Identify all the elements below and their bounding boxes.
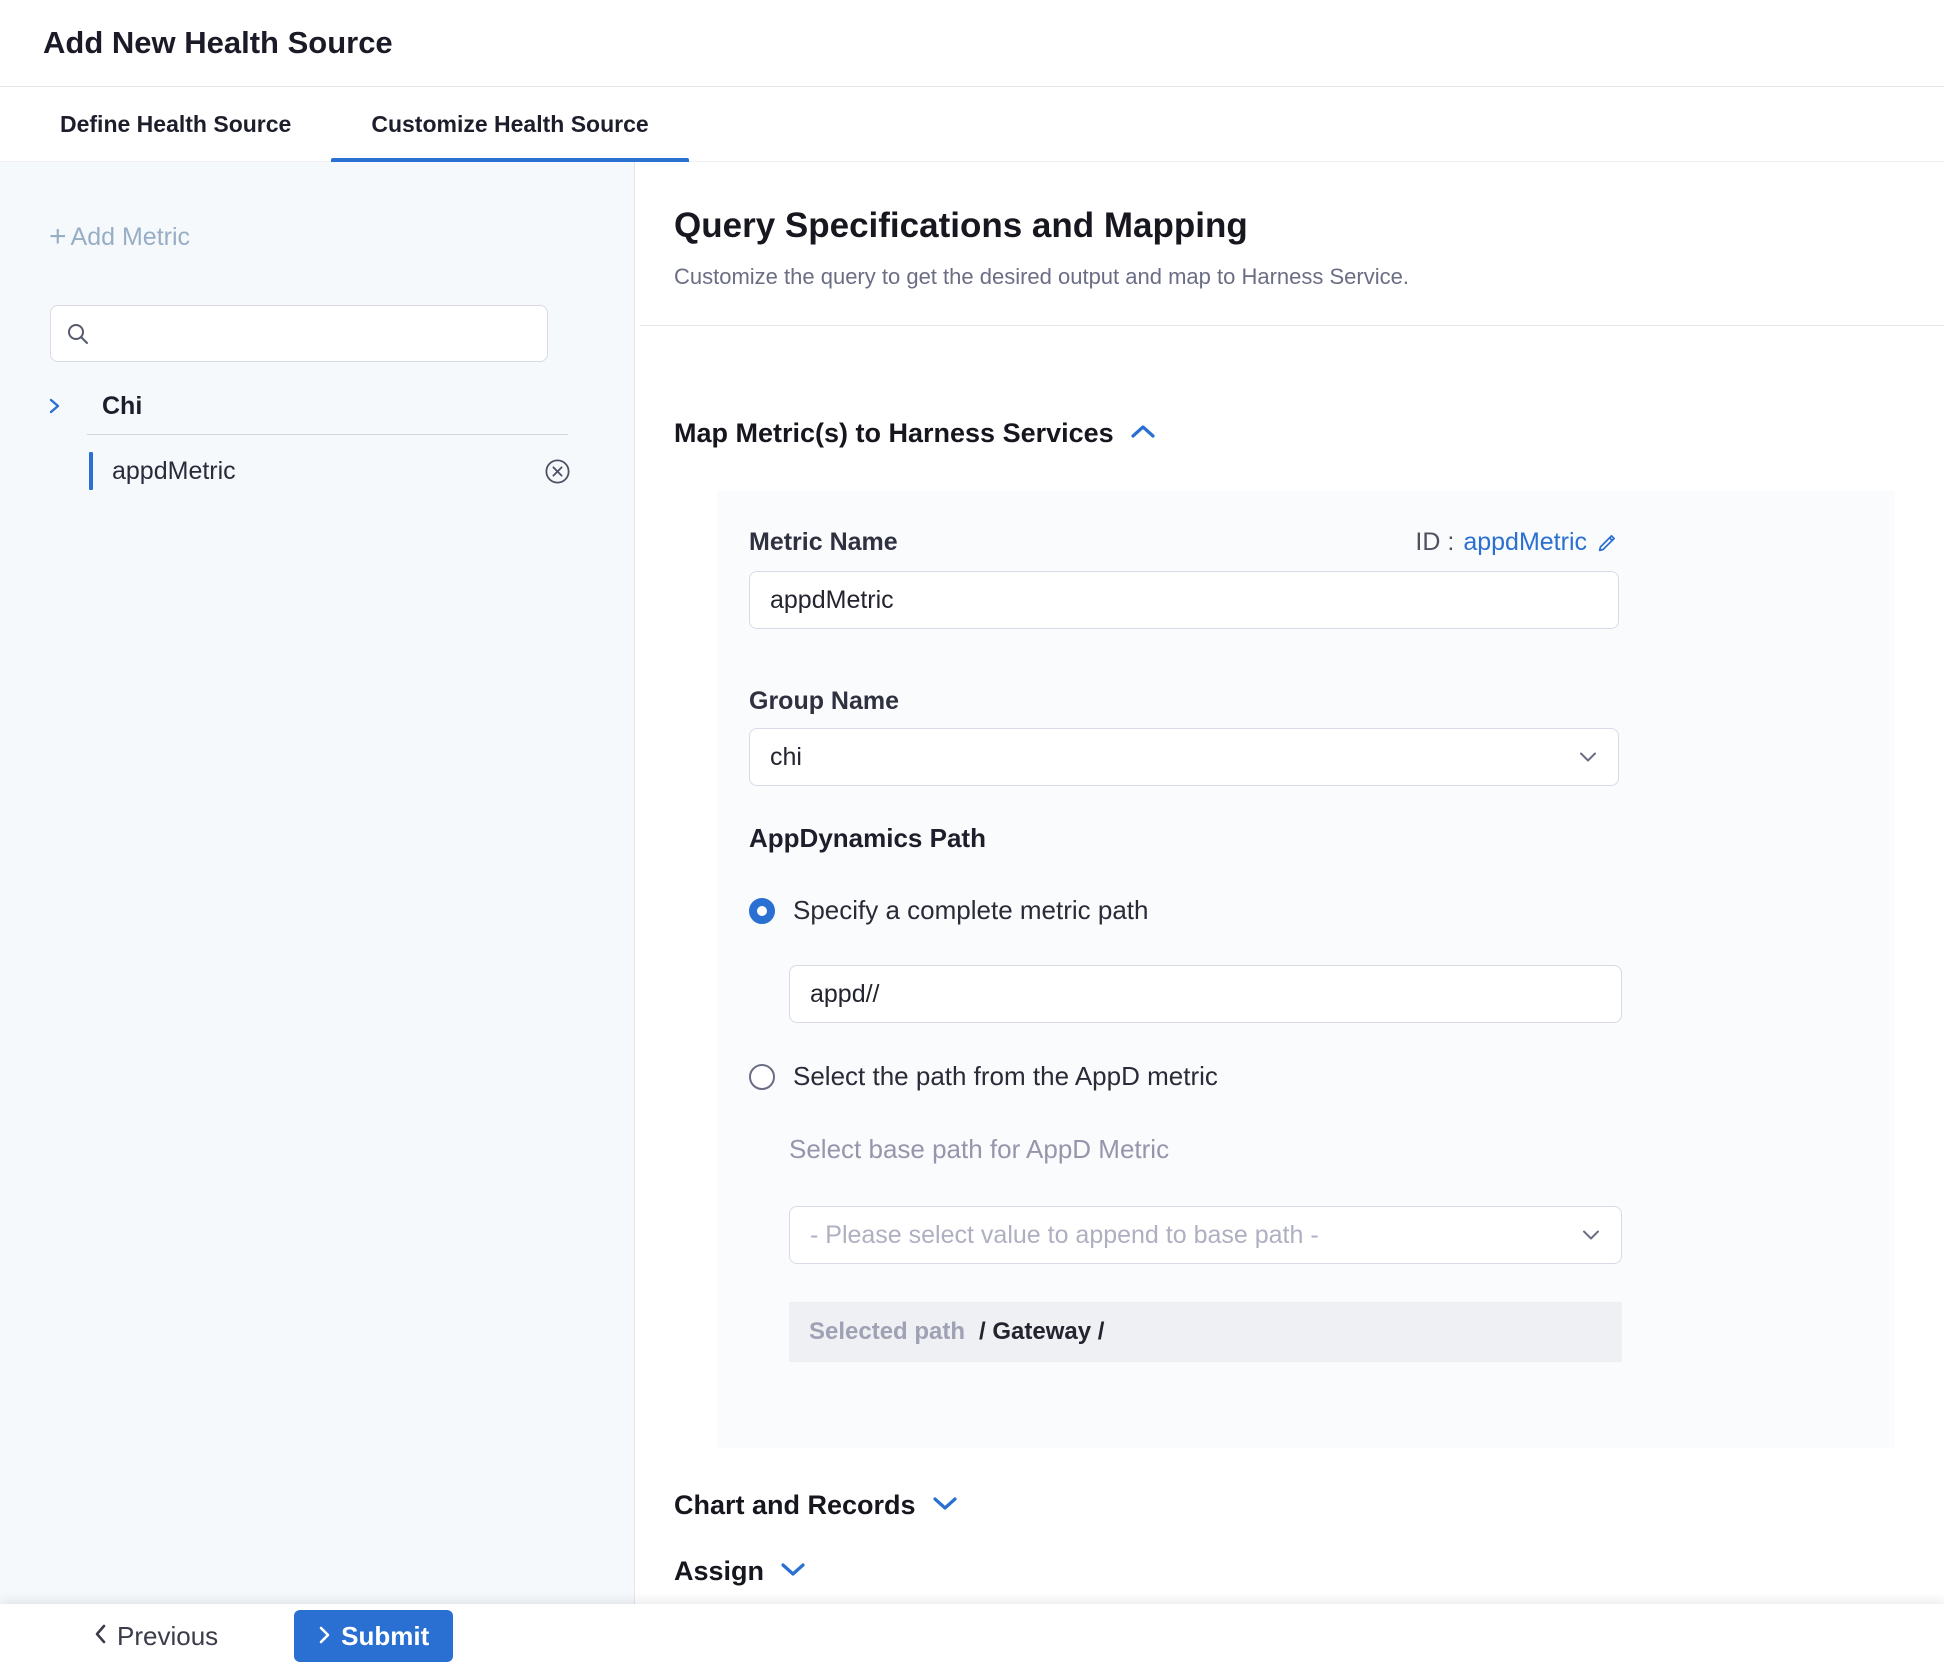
submit-label: Submit (341, 1621, 429, 1652)
metric-group-label: Chi (102, 392, 142, 421)
selected-indicator-bar (89, 452, 93, 490)
id-value: appdMetric (1463, 528, 1587, 557)
submit-button[interactable]: Submit (294, 1610, 453, 1662)
chevron-right-icon[interactable] (44, 396, 64, 416)
radio-complete-metric-path[interactable]: Specify a complete metric path (749, 895, 1863, 926)
section-title: Query Specifications and Mapping (674, 206, 1248, 246)
group-name-value: chi (770, 743, 802, 772)
add-health-source-page: Add New Health Source Define Health Sour… (0, 0, 1944, 1668)
selected-path-bar: Selected path / Gateway / (789, 1302, 1622, 1362)
assign-section-header[interactable]: Assign (674, 1556, 806, 1587)
metrics-sidebar: + Add Metric Chi appdMetric (0, 162, 635, 1604)
previous-label: Previous (117, 1621, 218, 1652)
chart-records-title: Chart and Records (674, 1490, 916, 1521)
tab-label: Define Health Source (60, 111, 291, 138)
tab-define-health-source[interactable]: Define Health Source (20, 87, 331, 161)
tree-divider (87, 434, 568, 435)
base-path-select[interactable]: - Please select value to append to base … (789, 1206, 1622, 1264)
chevron-left-icon (93, 1621, 107, 1652)
radio-unselected-icon[interactable] (749, 1064, 775, 1090)
metric-search-box (50, 305, 548, 362)
complete-metric-path-input[interactable] (789, 965, 1622, 1023)
chevron-down-icon[interactable] (932, 1495, 958, 1517)
metric-name-input[interactable] (749, 571, 1619, 629)
edit-id-icon[interactable] (1596, 531, 1619, 554)
delete-metric-icon[interactable] (543, 457, 572, 486)
metric-group-row[interactable]: Chi (44, 384, 567, 428)
metric-id-block: ID : appdMetric (1415, 528, 1619, 557)
footer-bar: Previous Submit (0, 1604, 1944, 1668)
plus-icon: + (49, 222, 67, 252)
chevron-down-icon[interactable] (780, 1561, 806, 1583)
metric-mapping-panel: Metric Name ID : appdMetric Group Name c… (717, 491, 1895, 1448)
chart-records-section-header[interactable]: Chart and Records (674, 1490, 958, 1521)
base-path-label: Select base path for AppD Metric (789, 1134, 1863, 1165)
id-label: ID : (1415, 528, 1454, 557)
appdynamics-path-heading: AppDynamics Path (749, 823, 1863, 854)
selected-path-value: / Gateway / (979, 1318, 1104, 1346)
section-subtitle: Customize the query to get the desired o… (674, 264, 1409, 290)
map-metrics-title: Map Metric(s) to Harness Services (674, 418, 1114, 449)
radio-select-appd-path[interactable]: Select the path from the AppD metric (749, 1061, 1863, 1092)
metric-search-input[interactable] (91, 306, 547, 361)
map-metrics-section-header[interactable]: Map Metric(s) to Harness Services (674, 418, 1156, 449)
radio-complete-label: Specify a complete metric path (793, 895, 1149, 926)
metric-name-row: Metric Name ID : appdMetric (749, 528, 1619, 557)
group-name-select[interactable]: chi (749, 728, 1619, 786)
metric-name-label: Metric Name (749, 528, 898, 557)
tab-customize-health-source[interactable]: Customize Health Source (331, 87, 688, 161)
metric-list-item-appdmetric[interactable]: appdMetric (89, 443, 572, 499)
content-area: + Add Metric Chi appdMetric (0, 162, 1944, 1604)
radio-selected-icon[interactable] (749, 898, 775, 924)
tab-bar: Define Health Source Customize Health So… (0, 87, 1944, 162)
assign-title: Assign (674, 1556, 764, 1587)
search-icon (65, 321, 91, 347)
metric-item-label: appdMetric (112, 457, 236, 486)
chevron-right-icon (318, 1621, 331, 1652)
previous-button[interactable]: Previous (93, 1621, 218, 1652)
query-specs-main: Query Specifications and Mapping Customi… (636, 162, 1944, 1604)
radio-select-label: Select the path from the AppD metric (793, 1061, 1218, 1092)
selected-path-label: Selected path (809, 1318, 965, 1346)
dialog-header: Add New Health Source (0, 0, 1944, 87)
chevron-down-icon (1578, 751, 1598, 764)
page-title: Add New Health Source (43, 25, 393, 61)
add-metric-button[interactable]: + Add Metric (49, 222, 190, 252)
tab-label: Customize Health Source (371, 111, 648, 138)
chevron-up-icon[interactable] (1130, 423, 1156, 445)
base-path-placeholder: - Please select value to append to base … (810, 1221, 1319, 1250)
chevron-down-icon (1581, 1229, 1601, 1242)
add-metric-label: Add Metric (71, 223, 190, 252)
group-name-label: Group Name (749, 687, 1863, 716)
divider (640, 325, 1944, 326)
